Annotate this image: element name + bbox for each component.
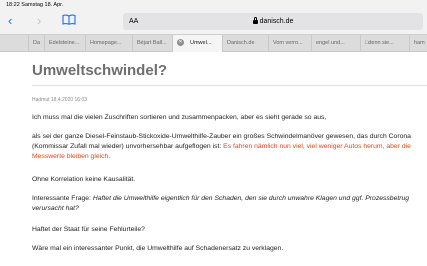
tab-9[interactable]: ham [409,35,427,52]
tab-label: Béjart Ball... [137,40,167,46]
paragraph-4: Interessante Frage: Haftet die Umwelthil… [32,194,422,214]
lock-icon [252,17,258,24]
forward-icon[interactable]: › [37,13,41,29]
status-time-date: 18:22 Samstag 18. Apr. [6,2,64,8]
tab-1[interactable]: Edelsteine... [44,35,85,52]
paragraph-1: Ich muss mal die vielen Zuschriften sort… [32,114,327,121]
web-page: Umweltschwindel? Hadmut 18.4.2020 16:03 … [0,52,427,266]
tab-4-active[interactable]: ✕ Umwel... [172,35,222,52]
title-divider [32,85,427,86]
tab-8[interactable]: □denn sie... [360,35,409,52]
paragraph-6: Wäre mal ein interessanter Punkt, die Um… [32,245,284,252]
paragraph-5: Haftet der Staat für seine Fehlurteile? [32,226,145,233]
status-bar: 18:22 Samstag 18. Apr. [0,0,427,10]
url-domain: danisch.de [259,18,294,25]
tab-3[interactable]: Béjart Ball... [132,35,172,52]
tab-label: ham [414,40,425,46]
tab-2[interactable]: Homepage... [85,35,132,52]
tab-label: Umwel... [190,40,212,46]
paragraph-4-intro: Interessante Frage: [32,195,93,202]
tab-label: engel und... [316,40,345,46]
tab-label: Danisch.de [227,40,255,46]
tab-label: Vom verro... [273,40,303,46]
page-title: Umweltschwindel? [32,62,168,79]
post-meta: Hadmut 18.4.2020 16:03 [32,97,88,103]
url-display[interactable]: danisch.de [123,13,423,30]
back-icon[interactable]: ‹ [8,13,12,29]
address-bar[interactable]: AA danisch.de [123,13,423,30]
tab-0[interactable]: Da [28,35,44,52]
tab-5[interactable]: Danisch.de [222,35,268,52]
tab-7[interactable]: engel und... [311,35,360,52]
tab-6[interactable]: Vom verro... [268,35,311,52]
paragraph-3: Ohne Korrelation keine Kausalität. [32,176,136,183]
browser-toolbar: ‹ › AA danisch.de [0,10,427,34]
tab-label: Homepage... [90,40,122,46]
tab-label: □denn sie... [365,40,394,46]
tab-label: Da [33,40,41,46]
paragraph-2: als sei der ganze Diesel-Feinstaub-Stick… [32,132,422,162]
bookmarks-icon[interactable] [62,13,76,29]
book-icon [62,14,76,25]
tab-label: Edelsteine... [49,40,80,46]
article: Umweltschwindel? Hadmut 18.4.2020 16:03 … [20,52,427,266]
tab-bar: Da Edelsteine... Homepage... Béjart Ball… [0,34,427,52]
tab-close-icon[interactable]: ✕ [177,39,184,47]
